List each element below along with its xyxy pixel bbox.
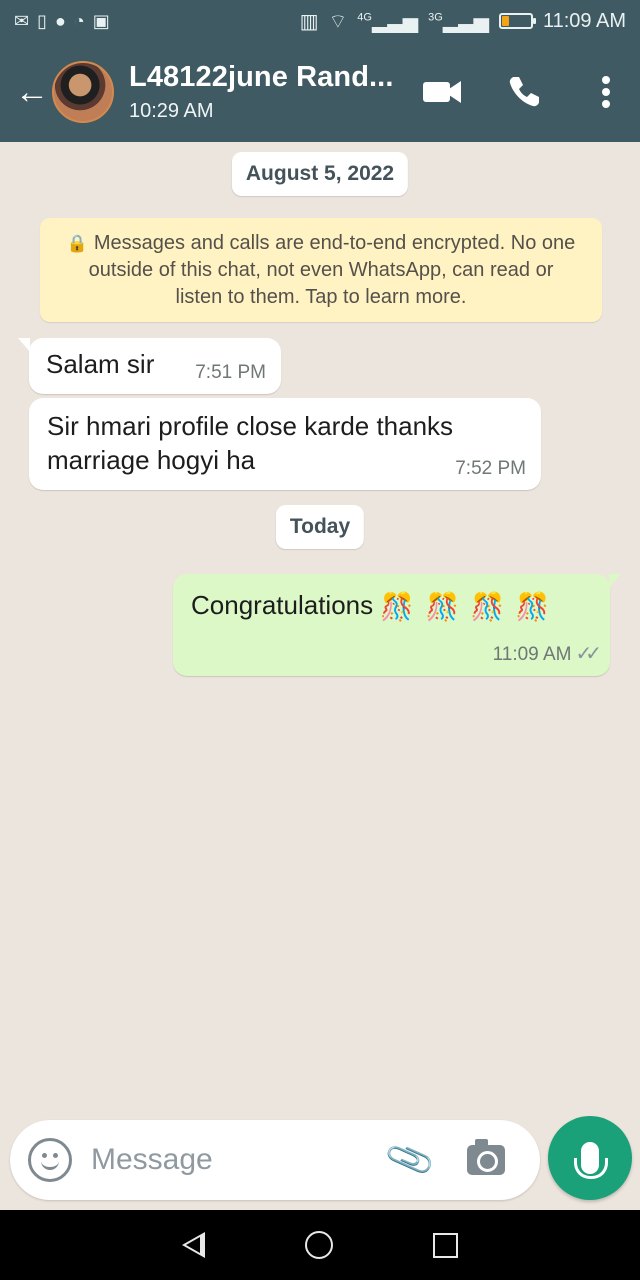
notification-icon: ▯ — [37, 11, 47, 31]
lock-icon: 🔒 — [66, 234, 88, 253]
encryption-notice-text: Messages and calls are end-to-end encryp… — [88, 232, 576, 308]
encryption-notice[interactable]: 🔒 Messages and calls are end-to-end encry… — [40, 218, 602, 322]
camera-icon[interactable] — [467, 1139, 506, 1175]
chat-header: ← L48122june Rand... 10:29 AM — [0, 42, 640, 142]
last-seen-time: 10:29 AM — [129, 100, 214, 122]
message-text: Sir hmari profile close karde thanks mar… — [47, 411, 454, 475]
message-time: 7:51 PM — [195, 362, 266, 383]
mail-icon: ✉ — [14, 11, 30, 31]
confetti-emoji: 🎊 🎊 🎊 🎊 — [380, 592, 552, 622]
emoji-icon — [41, 1161, 59, 1170]
message-meta: 11:09 AM ✓✓ — [492, 641, 602, 666]
more-options-icon — [602, 76, 610, 108]
message-tail — [18, 338, 30, 352]
incoming-message[interactable]: Sir hmari profile close karde thanks mar… — [29, 398, 541, 490]
date-chip-today: Today — [275, 505, 365, 549]
message-text: Congratulations — [191, 590, 374, 620]
status-notification-icons: ✉ ▯ ● ◔ ▣ — [14, 12, 110, 30]
status-system-icons: ▥ ⌔ 4G▂▃▅ 3G▂▃▅ 11:09 AM — [300, 9, 626, 34]
whatsapp-icon: ◔ — [73, 11, 85, 31]
microphone-icon — [574, 1142, 608, 1179]
android-navigation-bar — [0, 1210, 640, 1280]
status-time: 11:09 AM — [542, 9, 626, 32]
message-time: 11:09 AM — [492, 644, 572, 665]
android-recents-icon[interactable] — [433, 1232, 458, 1258]
message-composer: 📎 — [10, 1120, 540, 1200]
chat-bubble-icon: ● — [55, 11, 66, 31]
outgoing-message[interactable]: Congratulations 🎊 🎊 🎊 🎊 11:09 AM ✓✓ — [173, 574, 621, 676]
voice-message-button[interactable] — [548, 1116, 632, 1200]
contact-avatar[interactable] — [52, 61, 114, 123]
incoming-message[interactable]: Salam sir 7:51 PM — [18, 338, 281, 394]
emoji-button[interactable] — [28, 1138, 72, 1182]
message-tail — [609, 574, 621, 588]
chat-message-list[interactable]: August 5, 2022 🔒 Messages and calls are e… — [0, 142, 640, 1112]
delivered-check-icon: ✓✓ — [575, 643, 601, 665]
vibrate-icon: ▥ — [299, 10, 319, 33]
phone-icon — [509, 77, 539, 107]
image-icon: ▣ — [92, 11, 110, 31]
message-input[interactable] — [91, 1143, 381, 1177]
attachment-icon[interactable]: 📎 — [383, 1133, 438, 1187]
android-home-icon[interactable] — [305, 1231, 333, 1259]
wifi-icon: ⌔ — [328, 10, 348, 33]
back-button[interactable]: ← — [8, 68, 56, 116]
header-actions — [420, 42, 628, 142]
battery-level — [501, 16, 509, 26]
video-call-icon — [423, 81, 461, 103]
signal-4g-icon: 4G▂▃▅ — [357, 10, 419, 33]
signal-3g-icon: 3G▂▃▅ — [428, 10, 489, 33]
voice-call-button[interactable] — [502, 70, 546, 114]
contact-name: L48122june Rand... — [129, 61, 394, 93]
more-options-button[interactable] — [584, 70, 628, 114]
message-time: 7:52 PM — [455, 458, 526, 479]
video-call-button[interactable] — [420, 70, 464, 114]
back-arrow-icon: ← — [15, 72, 49, 111]
battery-icon — [498, 13, 536, 29]
date-chip-august: August 5, 2022 — [231, 152, 409, 196]
status-bar: ✉ ▯ ● ◔ ▣ ▥ ⌔ 4G▂▃▅ 3G▂▃▅ 11:09 AM — [0, 0, 640, 42]
android-back-icon[interactable] — [182, 1232, 205, 1258]
contact-info[interactable]: L48122june Rand... 10:29 AM — [129, 61, 399, 123]
